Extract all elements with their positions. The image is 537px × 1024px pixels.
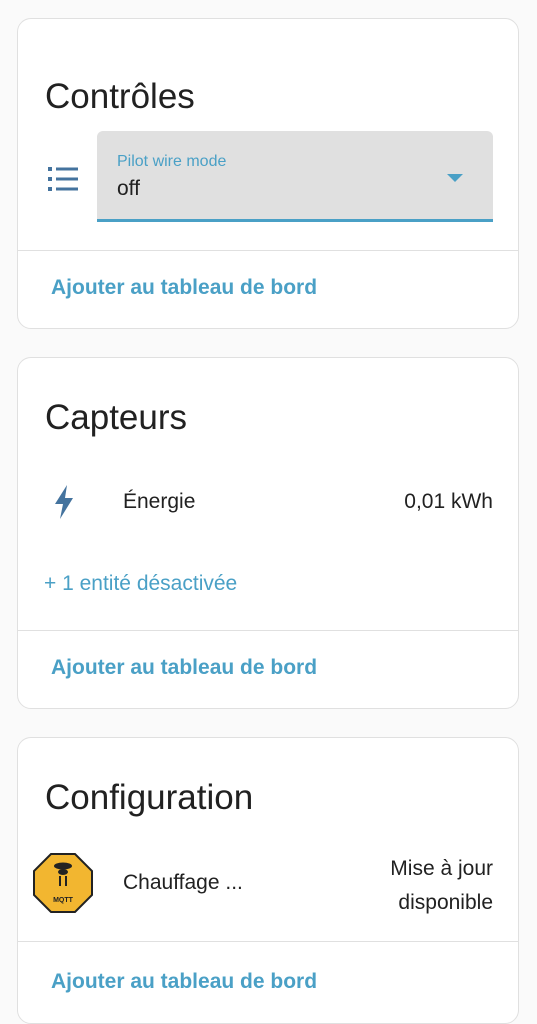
add-to-dashboard-button[interactable]: Ajouter au tableau de bord <box>51 276 317 300</box>
configuration-card-actions: Ajouter au tableau de bord <box>18 941 518 1023</box>
flash-icon <box>55 485 73 519</box>
pilot-wire-mode-select[interactable]: Pilot wire mode off <box>97 131 493 222</box>
select-label: Pilot wire mode <box>117 153 227 170</box>
add-to-dashboard-button[interactable]: Ajouter au tableau de bord <box>51 970 317 994</box>
caret-down-icon[interactable] <box>447 174 463 182</box>
sensor-value: 0,01 kWh <box>404 490 493 513</box>
select-value: off <box>117 177 140 200</box>
sensor-row-energy[interactable]: Énergie 0,01 kWh <box>18 478 518 526</box>
configuration-card: Configuration MQTT Chauffage ... Mise à … <box>17 737 519 1024</box>
sensors-card-actions: Ajouter au tableau de bord <box>18 630 518 708</box>
controls-card-actions: Ajouter au tableau de bord <box>18 250 518 328</box>
sensors-card: Capteurs Énergie 0,01 kWh + 1 entité dés… <box>17 357 519 709</box>
disabled-entities-link[interactable]: + 1 entité désactivée <box>44 572 237 596</box>
sensors-title: Capteurs <box>45 398 188 437</box>
configuration-title: Configuration <box>45 778 254 817</box>
status-line-1: Mise à jour <box>390 857 493 880</box>
sensor-name: Énergie <box>123 490 196 513</box>
update-available-status: Mise à jour disponible <box>353 852 493 920</box>
config-row-chauffage[interactable]: MQTT Chauffage ... Mise à jour disponibl… <box>18 846 518 926</box>
format-list-bulleted-icon <box>48 167 78 191</box>
controls-title: Contrôles <box>45 77 195 116</box>
config-item-name: Chauffage ... <box>123 871 243 894</box>
status-line-2: disponible <box>398 891 493 914</box>
mqtt-icon: MQTT <box>33 853 93 913</box>
controls-card: Contrôles Pilot wire mode off Ajouter au… <box>17 18 519 329</box>
add-to-dashboard-button[interactable]: Ajouter au tableau de bord <box>51 656 317 680</box>
svg-text:MQTT: MQTT <box>53 897 74 904</box>
